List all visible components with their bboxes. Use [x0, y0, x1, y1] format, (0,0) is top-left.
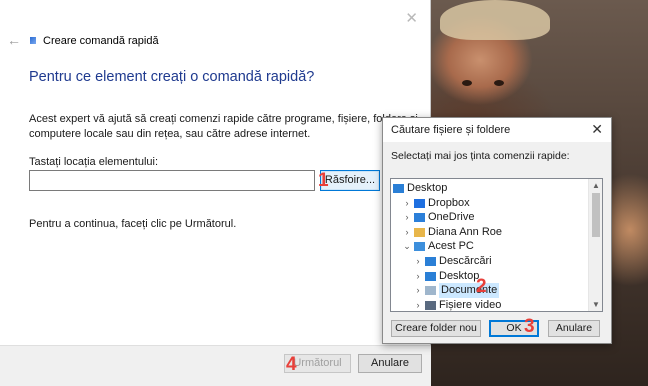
tree-item-label: Diana Ann Roe — [428, 225, 502, 238]
tree-item-label: Fișiere video — [439, 298, 502, 311]
dialog-close-icon[interactable]: ✕ — [591, 121, 603, 138]
chevron-right-icon[interactable]: › — [413, 283, 423, 298]
browse-dialog: Căutare fișiere și foldere ✕ Selectați m… — [382, 117, 612, 344]
background-detail — [494, 80, 504, 86]
user-folder-icon — [414, 227, 425, 237]
tree-item-label: Descărcări — [439, 255, 492, 267]
desktop-icon — [425, 271, 436, 281]
tree-item[interactable]: › Desktop — [391, 269, 588, 284]
tree-item-label: Desktop — [407, 182, 448, 194]
documents-icon — [425, 286, 436, 296]
close-icon[interactable]: ✕ — [405, 9, 418, 27]
tree-item[interactable]: ⌄ Acest PC — [391, 239, 588, 254]
dialog-instruction: Selectați mai jos ținta comenzii rapide: — [391, 150, 570, 162]
tree-scrollbar[interactable]: ▲ ▼ — [588, 179, 602, 311]
step-marker-1: 1 — [318, 170, 329, 191]
cancel-button[interactable]: Anulare — [358, 354, 422, 373]
tree-item-label: Dropbox — [428, 196, 470, 209]
tree-item[interactable]: › OneDrive — [391, 210, 588, 225]
dialog-cancel-button[interactable]: Anulare — [548, 320, 600, 337]
location-label: Tastați locația elementului: — [29, 156, 159, 168]
chevron-right-icon[interactable]: › — [413, 298, 423, 311]
back-arrow-icon[interactable]: ← — [7, 32, 21, 48]
tree-item[interactable]: › Dropbox — [391, 196, 588, 211]
step-marker-3: 3 — [524, 316, 535, 337]
continue-hint: Pentru a continua, faceți clic pe Următo… — [29, 218, 237, 230]
chevron-right-icon[interactable]: › — [402, 210, 412, 225]
onedrive-icon — [414, 213, 425, 223]
create-folder-button[interactable]: Creare folder nou — [391, 320, 481, 337]
desktop-icon — [393, 184, 404, 193]
chevron-down-icon[interactable]: ⌄ — [402, 239, 412, 254]
step-marker-4: 4 — [286, 354, 297, 375]
folder-tree[interactable]: Desktop › Dropbox › OneDrive › Diana Ann Roe ⌄ A… — [390, 178, 603, 312]
chevron-right-icon[interactable]: › — [402, 225, 412, 240]
step-marker-2: 2 — [476, 276, 487, 297]
browse-button[interactable]: Răsfoire... — [320, 170, 380, 191]
background-figure — [440, 0, 550, 40]
videos-icon — [425, 300, 436, 310]
tree-item[interactable]: › Diana Ann Roe — [391, 225, 588, 240]
chevron-right-icon[interactable]: › — [413, 254, 423, 269]
tree-item[interactable]: Desktop — [391, 181, 588, 196]
chevron-right-icon[interactable]: › — [413, 269, 423, 284]
tree-item-label: OneDrive — [428, 211, 475, 224]
tree-item-label: Documente — [439, 283, 500, 299]
dropbox-icon — [414, 198, 425, 208]
create-shortcut-wizard: ✕ ← Creare comandă rapidă Pentru ce elem… — [0, 0, 431, 386]
wizard-description: Acest expert vă ajută să creați comenzi … — [29, 113, 418, 140]
computer-icon — [414, 242, 425, 252]
tree-item-label: Acest PC — [428, 240, 474, 253]
scroll-down-icon[interactable]: ▼ — [589, 298, 602, 311]
scroll-thumb[interactable] — [592, 193, 600, 237]
shortcut-icon — [30, 37, 36, 44]
downloads-icon — [425, 257, 436, 266]
tree-item[interactable]: › Descărcări — [391, 254, 588, 269]
location-input[interactable] — [29, 170, 315, 191]
background-detail — [462, 80, 472, 86]
wizard-heading: Pentru ce element creați o comandă rapid… — [29, 69, 315, 85]
wizard-title: Creare comandă rapidă — [43, 35, 159, 47]
dialog-titlebar: Căutare fișiere și foldere ✕ — [383, 118, 611, 142]
dialog-title: Căutare fișiere și foldere — [391, 124, 511, 136]
tree-item-label: Desktop — [439, 269, 480, 282]
chevron-right-icon[interactable]: › — [402, 196, 412, 211]
scroll-up-icon[interactable]: ▲ — [589, 179, 602, 192]
tree-item[interactable]: › Fișiere video — [391, 298, 588, 311]
tree-item[interactable]: › Documente — [391, 283, 588, 299]
